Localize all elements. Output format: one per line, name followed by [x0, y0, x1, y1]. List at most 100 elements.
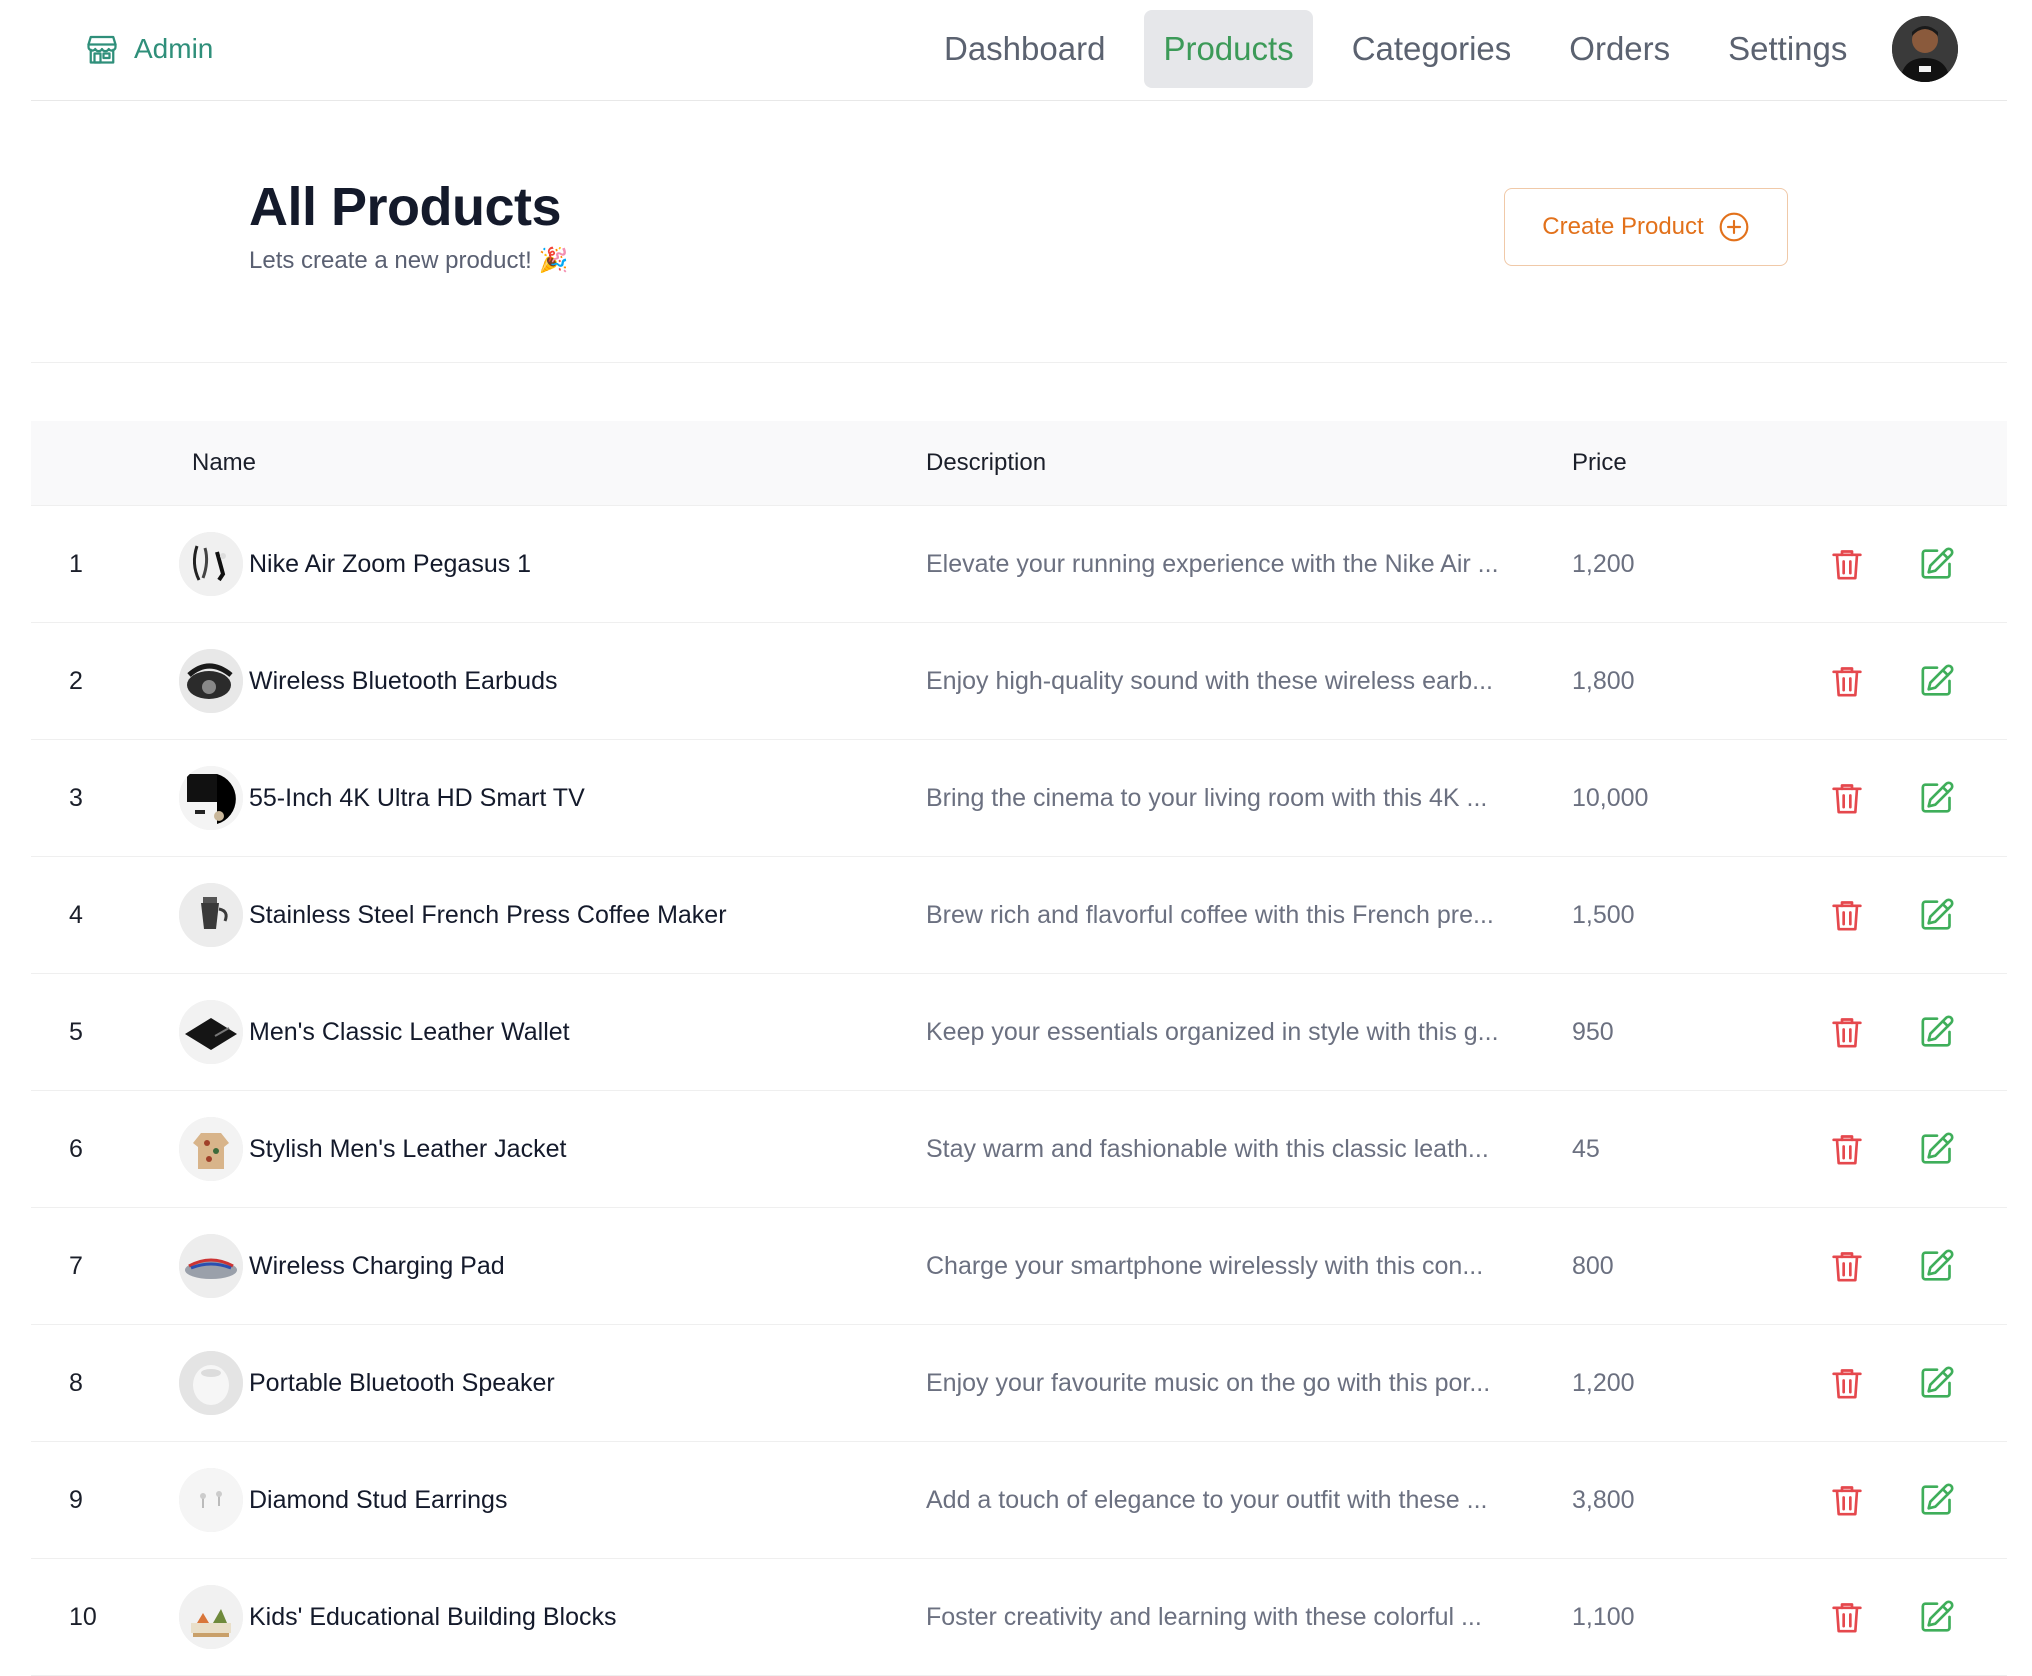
delete-button[interactable] [1827, 1246, 1867, 1286]
product-description: Foster creativity and learning with thes… [926, 1602, 1482, 1631]
product-thumbnail [179, 1351, 243, 1415]
product-name: Kids' Educational Building Blocks [249, 1602, 617, 1631]
trash-icon [1827, 1135, 1867, 1173]
edit-button[interactable] [1917, 661, 1957, 701]
product-thumbnail [179, 649, 243, 713]
product-price: 950 [1572, 1017, 1614, 1046]
row-index: 3 [69, 783, 83, 812]
product-description: Bring the cinema to your living room wit… [926, 783, 1488, 812]
edit-button[interactable] [1917, 895, 1957, 935]
trash-icon [1827, 1018, 1867, 1056]
trash-icon [1827, 1603, 1867, 1641]
edit-icon [1917, 898, 1957, 939]
table-row: 3 55-Inch 4K Ultra HD Smart TV Bring the c… [31, 740, 2007, 857]
edit-button[interactable] [1917, 1480, 1957, 1520]
product-price: 1,800 [1572, 666, 1635, 695]
delete-button[interactable] [1827, 544, 1867, 584]
product-description: Brew rich and flavorful coffee with this… [926, 900, 1494, 929]
row-index: 7 [69, 1251, 83, 1280]
delete-button[interactable] [1827, 1480, 1867, 1520]
product-name-cell: Wireless Charging Pad [179, 1208, 505, 1324]
trash-icon [1827, 1369, 1867, 1407]
table-row: 10 Kids' Educational Building Blocks Foste… [31, 1559, 2007, 1676]
page-header: All Products Lets create a new product! … [31, 100, 2007, 363]
delete-button[interactable] [1827, 1129, 1867, 1169]
page-subtitle: Lets create a new product! 🎉 [249, 247, 569, 274]
trash-icon [1827, 784, 1867, 822]
product-name: Wireless Bluetooth Earbuds [249, 666, 558, 695]
product-price: 3,800 [1572, 1485, 1635, 1514]
product-name: Wireless Charging Pad [249, 1251, 505, 1280]
delete-button[interactable] [1827, 1363, 1867, 1403]
edit-icon [1917, 1366, 1957, 1407]
top-navbar: Admin Dashboard Products Categories Orde… [31, 0, 2007, 101]
row-index: 1 [69, 549, 83, 578]
delete-button[interactable] [1827, 661, 1867, 701]
product-name-cell: Nike Air Zoom Pegasus 1 [179, 506, 531, 622]
table-row: 6 Stylish Men's Leather Jacket Stay warm a… [31, 1091, 2007, 1208]
edit-button[interactable] [1917, 1363, 1957, 1403]
row-index: 4 [69, 900, 83, 929]
product-price: 10,000 [1572, 783, 1649, 812]
delete-button[interactable] [1827, 1012, 1867, 1052]
product-description: Stay warm and fashionable with this clas… [926, 1134, 1489, 1163]
product-name: Nike Air Zoom Pegasus 1 [249, 549, 532, 578]
edit-button[interactable] [1917, 1246, 1957, 1286]
trash-icon [1827, 1486, 1867, 1524]
products-table: Name Description Price 1 Nike Air Zoom Pe… [31, 421, 2007, 1676]
product-name-cell: Kids' Educational Building Blocks [179, 1559, 616, 1675]
edit-button[interactable] [1917, 1129, 1957, 1169]
product-thumbnail [179, 766, 243, 830]
delete-button[interactable] [1827, 895, 1867, 935]
row-index: 10 [69, 1602, 97, 1631]
delete-button[interactable] [1827, 778, 1867, 818]
product-thumbnail [179, 1000, 243, 1064]
nav-products[interactable]: Products [1144, 10, 1313, 88]
product-price: 1,200 [1572, 549, 1635, 578]
product-name-cell: Men's Classic Leather Wallet [179, 974, 570, 1090]
nav-settings[interactable]: Settings [1709, 10, 1866, 88]
product-price: 45 [1572, 1134, 1600, 1163]
nav-dashboard[interactable]: Dashboard [925, 10, 1124, 88]
product-thumbnail [179, 1117, 243, 1181]
product-thumbnail [179, 883, 243, 947]
product-price: 1,500 [1572, 900, 1635, 929]
edit-button[interactable] [1917, 1012, 1957, 1052]
edit-button[interactable] [1917, 1597, 1957, 1637]
product-description: Elevate your running experience with the… [926, 549, 1499, 578]
trash-icon [1827, 550, 1867, 588]
create-product-button[interactable]: Create Product [1504, 188, 1788, 266]
table-row: 8 Portable Bluetooth Speaker Enjoy your fa… [31, 1325, 2007, 1442]
brand-link[interactable]: Admin [84, 31, 213, 67]
trash-icon [1827, 901, 1867, 939]
product-description: Enjoy high-quality sound with these wire… [926, 666, 1493, 695]
product-name-cell: Diamond Stud Earrings [179, 1442, 507, 1558]
row-index: 8 [69, 1368, 83, 1397]
edit-icon [1917, 664, 1957, 705]
edit-icon [1917, 1249, 1957, 1290]
trash-icon [1827, 667, 1867, 705]
product-thumbnail [179, 1234, 243, 1298]
row-index: 9 [69, 1485, 83, 1514]
delete-button[interactable] [1827, 1597, 1867, 1637]
table-row: 4 Stainless Steel French Press Coffee Mak… [31, 857, 2007, 974]
plus-circle-icon [1719, 212, 1749, 242]
edit-icon [1917, 1483, 1957, 1524]
product-description: Keep your essentials organized in style … [926, 1017, 1499, 1046]
nav-categories[interactable]: Categories [1333, 10, 1531, 88]
table-row: 1 Nike Air Zoom Pegasus 1 Elevate your run… [31, 506, 2007, 623]
product-price: 1,100 [1572, 1602, 1635, 1631]
product-name: Stainless Steel French Press Coffee Make… [249, 900, 727, 929]
table-row: 2 Wireless Bluetooth Earbuds Enjoy high-qu… [31, 623, 2007, 740]
nav-orders[interactable]: Orders [1550, 10, 1689, 88]
column-header-price: Price [1572, 449, 1627, 476]
create-product-label: Create Product [1542, 213, 1704, 240]
edit-button[interactable] [1917, 544, 1957, 584]
edit-button[interactable] [1917, 778, 1957, 818]
column-header-name: Name [192, 449, 257, 476]
page-title: All Products [249, 177, 562, 237]
product-price: 800 [1572, 1251, 1614, 1280]
row-index: 2 [69, 666, 83, 695]
user-avatar[interactable] [1892, 16, 1958, 82]
product-name: Diamond Stud Earrings [249, 1485, 508, 1514]
